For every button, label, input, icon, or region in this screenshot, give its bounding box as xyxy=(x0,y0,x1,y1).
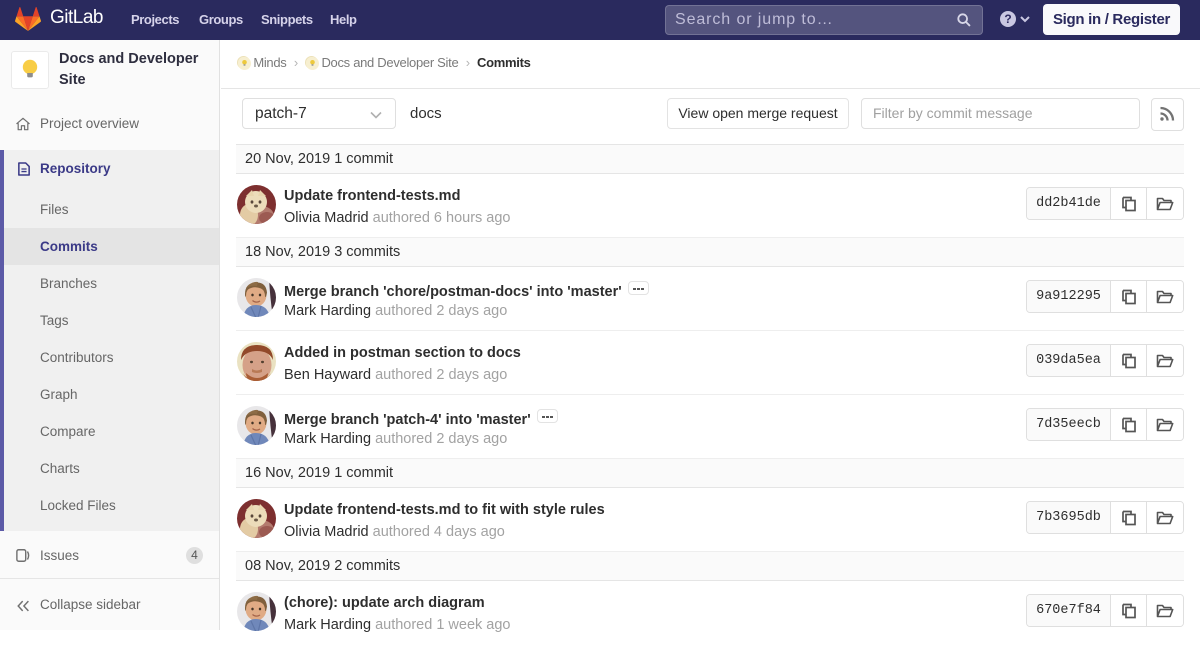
svg-text:?: ? xyxy=(1004,12,1011,26)
